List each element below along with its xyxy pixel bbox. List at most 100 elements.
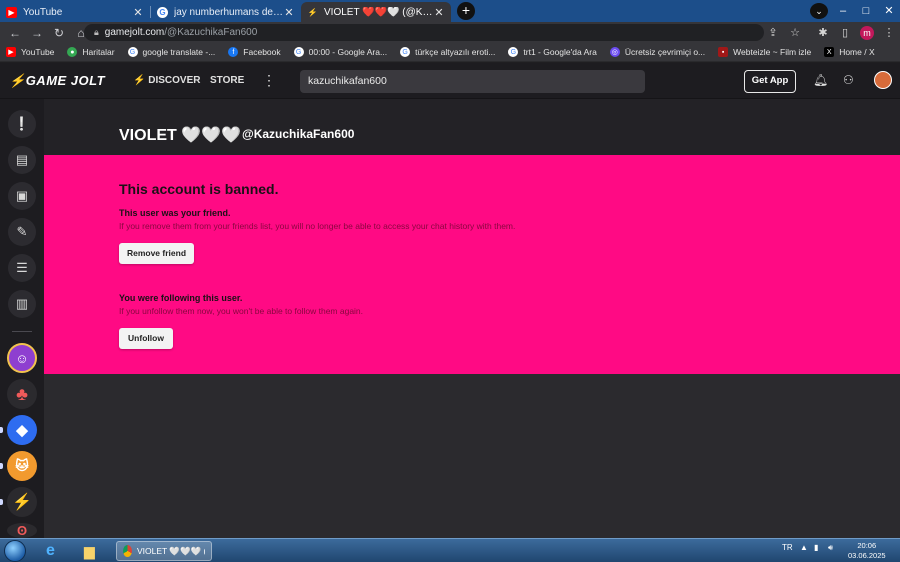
nav-discover[interactable]: ⚡ DISCOVER: [133, 75, 200, 86]
realms-icon[interactable]: ☰: [8, 254, 36, 282]
bookmark-haritalar[interactable]: ● Haritalar: [67, 47, 115, 57]
community-avatar-cat[interactable]: 🐱︎: [7, 451, 37, 481]
bookmark-label: Haritalar: [82, 47, 115, 57]
bookmark-label: 00:00 - Google Ara...: [308, 47, 388, 57]
bookmark-google-search-time[interactable]: G 00:00 - Google Ara...: [293, 47, 388, 57]
language-indicator[interactable]: TR: [782, 543, 793, 552]
bookmark-trt1[interactable]: Gtrt1 - Google'da Ara: [508, 47, 597, 57]
community-avatar-partial[interactable]: ʘ: [7, 523, 37, 538]
quests-icon[interactable]: ✎: [8, 218, 36, 246]
remove-friend-button[interactable]: Remove friend: [119, 243, 194, 264]
bookmark-label: Webteizle ~ Film izle: [733, 47, 812, 57]
library-icon[interactable]: ▥: [8, 290, 36, 318]
taskbar-clock[interactable]: 20:06 03.06.2025: [848, 541, 886, 561]
tab-search-button[interactable]: ⌄: [810, 3, 828, 19]
unread-indicator: [0, 463, 3, 469]
window-close-icon[interactable]: ✕: [878, 0, 900, 22]
back-icon[interactable]: ←: [4, 26, 26, 40]
left-sidebar: ❕ ▤ ▣ ✎ ☰ ▥ ☺ ♣ ◆ 🐱︎ ⚡ ʘ: [0, 99, 44, 538]
youtube-icon: ▶: [6, 47, 16, 57]
gamejolt-icon: ⚡: [307, 7, 318, 17]
bookmark-label: Facebook: [243, 47, 281, 57]
close-icon[interactable]: ✕: [433, 6, 445, 19]
reload-icon[interactable]: ↻: [48, 26, 70, 40]
network-icon[interactable]: ▮: [814, 543, 818, 552]
profile-content: VIOLET 🤍🤍🤍 @KazuchikaFan600 This account…: [44, 99, 900, 538]
bookmark-label: Ücretsiz çevrimiçi o...: [624, 47, 706, 57]
bookmark-webteizle[interactable]: ▪ Webteizle ~ Film izle: [718, 47, 811, 57]
lock-icon: 🔒︎: [94, 27, 99, 37]
user-avatar[interactable]: [874, 71, 892, 89]
windows-taskbar: e ▆ VIOLET 🤍🤍🤍 (@K... TR ▲ ▮ 🔊︎ 20:06 03…: [0, 538, 900, 562]
bookmark-facebook[interactable]: f Facebook: [228, 47, 281, 57]
bookmark-youtube[interactable]: ▶ YouTube: [6, 47, 54, 57]
new-tab-button[interactable]: +: [457, 2, 475, 20]
nav-discover-label: DISCOVER: [148, 75, 201, 86]
backpack-icon[interactable]: ▣: [8, 182, 36, 210]
gamejolt-logo[interactable]: ⚡GAME JOLT: [9, 73, 105, 89]
forward-icon[interactable]: →: [26, 26, 48, 40]
bookmark-label: google translate -...: [142, 47, 216, 57]
chrome-menu-icon[interactable]: ⋮: [878, 26, 900, 39]
sidebar-divider: [12, 331, 32, 332]
profile-avatar[interactable]: m: [860, 25, 874, 40]
browser-tab-strip: ▶ YouTube ✕ G jay numberhumans deviantar…: [0, 0, 900, 22]
tab-title: YouTube: [23, 6, 63, 18]
tab-youtube[interactable]: ▶ YouTube ✕: [0, 2, 150, 22]
unfollow-button[interactable]: Unfollow: [119, 328, 173, 349]
get-app-button[interactable]: Get App: [744, 70, 796, 93]
chat-icon[interactable]: ❕: [8, 110, 36, 138]
minimize-icon[interactable]: –: [832, 0, 854, 22]
unread-indicator: [0, 427, 3, 433]
browser-toolbar: ← → ↻ ⌂ 🔒︎ gamejolt.com /@KazuchikaFan60…: [0, 22, 900, 43]
tab-google-search[interactable]: G jay numberhumans deviantart - G ✕: [151, 2, 301, 22]
banned-account-panel: This account is banned. This user was yo…: [44, 155, 900, 374]
maps-pin-icon: ●: [67, 47, 78, 57]
url-host: gamejolt.com: [104, 27, 165, 38]
community-avatar-nerd[interactable]: ☺: [7, 343, 37, 373]
extensions-icon[interactable]: ✱: [812, 26, 834, 39]
bookmark-x[interactable]: X Home / X: [824, 47, 875, 57]
site-icon: ◎: [609, 47, 620, 57]
volume-icon[interactable]: 🔊︎: [828, 543, 833, 553]
chrome-icon: [123, 545, 132, 557]
store-icon[interactable]: ▤: [8, 146, 36, 174]
notifications-bell-icon[interactable]: 🔔︎: [813, 73, 828, 87]
bookmark-google-search-subtitle[interactable]: Gtürkçe altyazılı eroti...: [400, 47, 495, 57]
community-avatar-creature[interactable]: ♣: [7, 379, 37, 409]
site-search-input[interactable]: [300, 70, 645, 93]
share-icon[interactable]: ⇪: [762, 26, 784, 39]
nav-store[interactable]: STORE: [210, 75, 244, 86]
community-avatar-roblox[interactable]: ◆: [7, 415, 37, 445]
bookmark-label: trt1 - Google'da Ara: [523, 47, 597, 57]
address-bar[interactable]: 🔒︎ gamejolt.com /@KazuchikaFan600: [84, 24, 764, 41]
start-button[interactable]: [4, 540, 26, 562]
maximize-icon[interactable]: □: [855, 0, 877, 22]
youtube-icon: ▶: [6, 6, 17, 18]
friends-icon[interactable]: ⚇: [843, 73, 854, 87]
unread-indicator: [0, 499, 3, 505]
internet-explorer-icon[interactable]: e: [46, 541, 55, 561]
file-explorer-icon[interactable]: ▆: [84, 541, 95, 561]
x-icon: X: [824, 47, 835, 57]
google-icon: G: [293, 47, 304, 57]
google-icon: G: [157, 6, 168, 18]
more-menu-icon[interactable]: ⋮: [262, 72, 276, 89]
tab-gamejolt-profile[interactable]: ⚡ VIOLET ❤️❤️🤍 (@KazuchikaFan6 ✕: [301, 2, 451, 22]
side-panel-icon[interactable]: ▯: [834, 26, 856, 39]
close-icon[interactable]: ✕: [132, 6, 144, 19]
friend-description: If you remove them from your friends lis…: [119, 221, 516, 231]
bookmark-google-translate[interactable]: Ggoogle translate -...: [127, 47, 216, 57]
close-icon[interactable]: ✕: [283, 6, 295, 19]
bookmark-star-icon[interactable]: ☆: [784, 26, 806, 39]
community-avatar-gamejolt[interactable]: ⚡: [7, 487, 37, 517]
taskbar-chrome-window[interactable]: VIOLET 🤍🤍🤍 (@K...: [116, 541, 212, 561]
google-icon: G: [127, 47, 138, 57]
profile-header: VIOLET 🤍🤍🤍 @KazuchikaFan600: [44, 99, 900, 155]
discover-icon: ⚡: [133, 75, 146, 86]
bookmark-ucretsiz[interactable]: ◎ Ücretsiz çevrimiçi o...: [609, 47, 706, 57]
google-icon: G: [400, 47, 411, 57]
tray-expand-icon[interactable]: ▲: [800, 543, 808, 552]
clock-date: 03.06.2025: [848, 551, 886, 560]
facebook-icon: f: [228, 47, 239, 57]
